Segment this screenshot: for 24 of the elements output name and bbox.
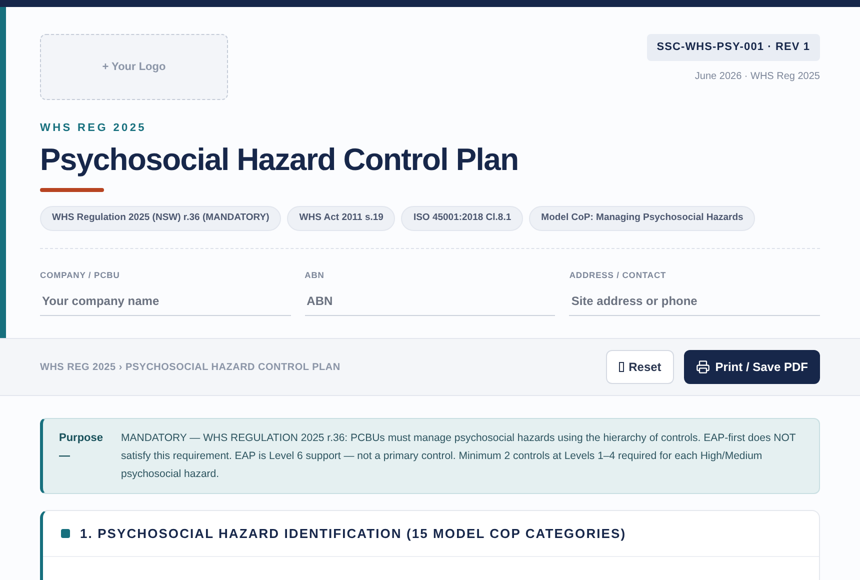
text-field[interactable]: Your company name: [40, 287, 291, 316]
section-title: 1. PSYCHOSOCIAL HAZARD IDENTIFICATION (15 MODEL COP CATEGORIES): [80, 525, 626, 543]
text-field[interactable]: Site address or phone: [569, 287, 820, 316]
text-field[interactable]: ABN: [304, 287, 556, 316]
reset-icon: [618, 362, 624, 372]
section-marker-icon: [61, 529, 70, 538]
reset-button[interactable]: Reset: [606, 350, 674, 384]
print-button[interactable]: Print / Save PDF: [684, 350, 820, 384]
reference-tag: ISO 45001:2018 Cl.8.1: [401, 206, 524, 230]
document-code: SSC-WHS-PSY-001 · REV 1: [646, 34, 820, 60]
breadcrumb: WHS REG 2025 › PSYCHOSOCIAL HAZARD CONTROL PLAN: [40, 360, 340, 375]
title-underline: [40, 188, 104, 192]
field-label: COMPANY / PCBU: [40, 268, 121, 282]
eyebrow-label: WHS REG 2025: [40, 121, 148, 136]
field-label: ADDRESS / CONTACT: [569, 268, 668, 282]
document-date: June 2026 · WHS Reg 2025: [694, 70, 820, 84]
reference-tag: WHS Regulation 2025 (NSW) r.36 (MANDATORY): [40, 206, 282, 230]
reference-tag: Model CoP: Managing Psychosocial Hazards: [529, 206, 756, 230]
purpose-label: Purpose —: [59, 431, 104, 464]
field-label: ABN: [304, 268, 326, 282]
purpose-text: MANDATORY — WHS REGULATION 2025 r.36: PCBUs must manage psychosocial hazards using the hierarchy of controls. EAP-first does NOT satisfy this requirement. EAP is Level 6 support — not a primary control. Minimum 2 controls at Levels 1–4 required for each High/Medium psychosocial hazard.: [121, 431, 797, 482]
page-title: Psychosocial Hazard Control Plan: [40, 140, 520, 178]
printer-icon: [696, 360, 710, 374]
reference-tag: WHS Act 2011 s.19: [287, 206, 396, 230]
